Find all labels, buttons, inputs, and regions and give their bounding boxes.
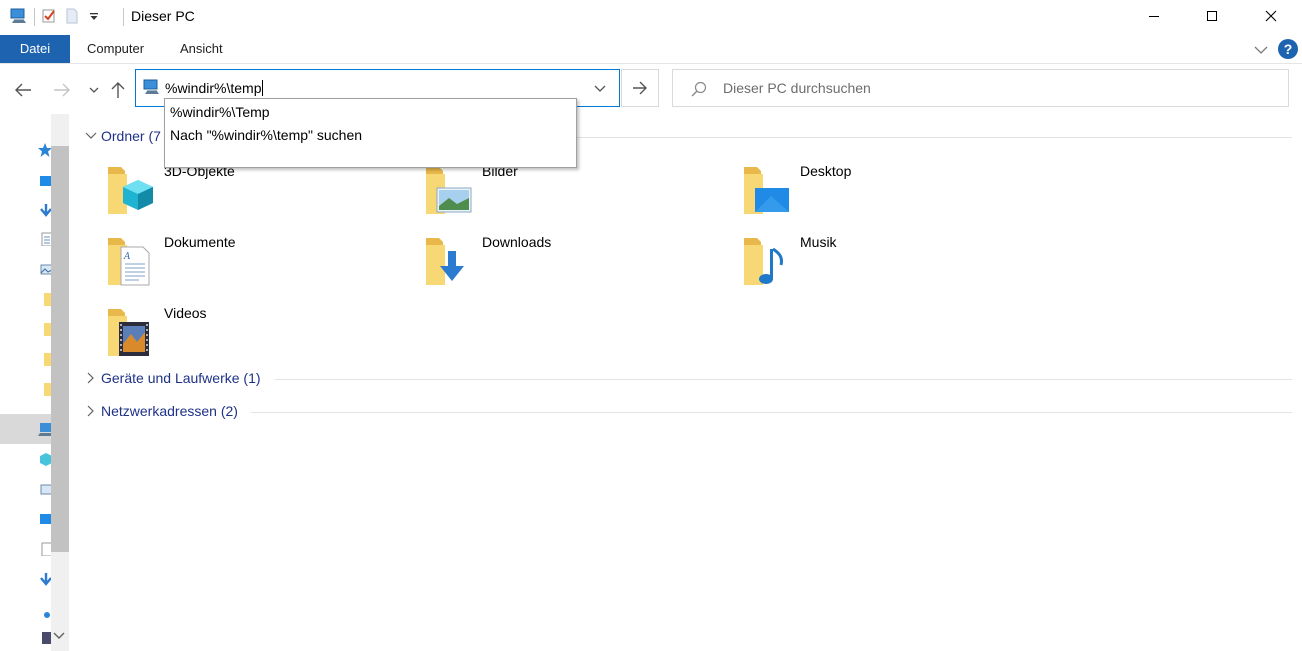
folder-tile-videos[interactable]: Videos [75, 300, 375, 362]
autocomplete-search-suggestion[interactable]: Nach "%windir%\temp" suchen [170, 127, 362, 143]
expand-ribbon-chevron-icon[interactable] [1254, 42, 1268, 58]
group-header-network[interactable]: Netzwerkadressen (2) [83, 401, 238, 421]
nav-pictures-icon[interactable] [38, 262, 52, 276]
maximize-button[interactable] [1183, 0, 1241, 32]
customize-toolbar-dropdown-icon[interactable] [89, 9, 99, 25]
group-title-folders: Ordner (7 [101, 128, 161, 144]
text-caret [262, 80, 264, 96]
window-title: Dieser PC [131, 8, 195, 24]
nav-folder-icon[interactable] [38, 292, 52, 306]
chevron-right-icon [83, 405, 99, 417]
search-input[interactable] [723, 71, 1263, 105]
this-pc-app-icon [10, 8, 28, 27]
desktop-folder-icon [744, 167, 789, 214]
3d-objects-folder-icon [108, 167, 153, 214]
pictures-folder-icon [426, 167, 472, 214]
videos-folder-icon [108, 309, 149, 356]
nav-folder-icon[interactable] [38, 322, 52, 336]
folder-tile-dokumente[interactable]: A Dokumente [75, 229, 375, 291]
folder-label: Downloads [482, 234, 552, 250]
this-pc-icon [143, 79, 161, 98]
nav-desktop-icon[interactable] [38, 174, 52, 188]
nav-downloads-icon[interactable] [38, 203, 52, 217]
nav-music-icon[interactable] [38, 604, 52, 618]
folder-tile-downloads[interactable]: Downloads [393, 229, 693, 291]
close-button[interactable] [1242, 0, 1300, 32]
quick-access-toolbar [10, 7, 99, 27]
properties-icon[interactable] [41, 8, 57, 27]
group-divider [251, 412, 1292, 413]
minimize-button[interactable] [1125, 0, 1183, 32]
downloads-folder-icon [426, 238, 464, 285]
address-autocomplete-dropdown: %windir%\Temp Nach "%windir%\temp" suche… [164, 98, 577, 168]
group-header-folders[interactable]: Ordner (7 [83, 126, 161, 146]
content-area: Ordner (7 3D-Objekte Bilder Desktop A Do… [75, 114, 1302, 651]
search-box[interactable] [672, 69, 1289, 107]
close-icon [1265, 10, 1277, 22]
up-arrow-icon [111, 82, 125, 98]
documents-folder-icon: A [108, 238, 150, 286]
tab-computer[interactable]: Computer [87, 35, 144, 63]
folder-label: Dokumente [164, 234, 236, 250]
folder-label: Videos [164, 305, 207, 321]
quick-access-star-icon[interactable] [38, 143, 52, 157]
tab-ansicht[interactable]: Ansicht [180, 35, 223, 63]
nav-pictures-icon[interactable] [38, 482, 52, 496]
go-button[interactable] [621, 69, 659, 107]
back-arrow-icon [15, 83, 31, 97]
folder-tile-desktop[interactable]: Desktop [711, 158, 1011, 220]
group-title-network: Netzwerkadressen (2) [101, 403, 238, 419]
folder-label: Musik [800, 234, 837, 250]
tab-datei[interactable]: Datei [0, 35, 70, 63]
group-header-devices[interactable]: Geräte und Laufwerke (1) [83, 368, 261, 388]
folder-label: Desktop [800, 163, 852, 179]
nav-folder-icon[interactable] [38, 352, 52, 366]
svg-text:A: A [123, 252, 131, 262]
chevron-down-icon [83, 132, 99, 140]
nav-downloads-icon[interactable] [38, 572, 52, 586]
nav-3d-objects-icon[interactable] [38, 452, 52, 466]
nav-this-pc-icon[interactable] [38, 422, 52, 436]
scrollbar-thumb[interactable] [51, 146, 69, 552]
nav-documents-icon[interactable] [38, 542, 52, 556]
ribbon-tab-bar: Datei Computer Ansicht ? [0, 34, 1302, 64]
address-dropdown-chevron-icon[interactable] [594, 80, 606, 96]
folder-tile-musik[interactable]: Musik [711, 229, 1011, 291]
forward-arrow-icon [54, 83, 70, 97]
nav-documents-icon[interactable] [38, 232, 52, 246]
nav-folder-icon[interactable] [38, 382, 52, 396]
search-icon [691, 81, 707, 100]
music-folder-icon [744, 238, 783, 285]
nav-videos-icon[interactable] [38, 630, 52, 644]
arrow-right-icon [633, 81, 647, 95]
chevron-down-icon [89, 87, 99, 93]
maximize-icon [1207, 11, 1217, 21]
navigation-pane [0, 114, 70, 651]
group-divider [275, 379, 1292, 380]
autocomplete-suggestion[interactable]: %windir%\Temp [170, 104, 270, 120]
scroll-down-chevron-icon[interactable] [53, 628, 65, 644]
help-button[interactable]: ? [1278, 39, 1298, 59]
group-divider [577, 137, 1292, 138]
minimize-icon [1149, 16, 1159, 17]
forward-button[interactable] [50, 78, 74, 102]
recent-locations-button[interactable] [82, 78, 106, 102]
title-bar: Dieser PC [0, 0, 1302, 34]
nav-desktop-icon[interactable] [38, 512, 52, 526]
chevron-right-icon [83, 372, 99, 384]
address-input-value: %windir%\temp [165, 80, 262, 96]
back-button[interactable] [11, 78, 35, 102]
new-folder-icon[interactable] [65, 8, 79, 27]
group-title-devices: Geräte und Laufwerke (1) [101, 370, 261, 386]
up-button[interactable] [106, 78, 130, 102]
